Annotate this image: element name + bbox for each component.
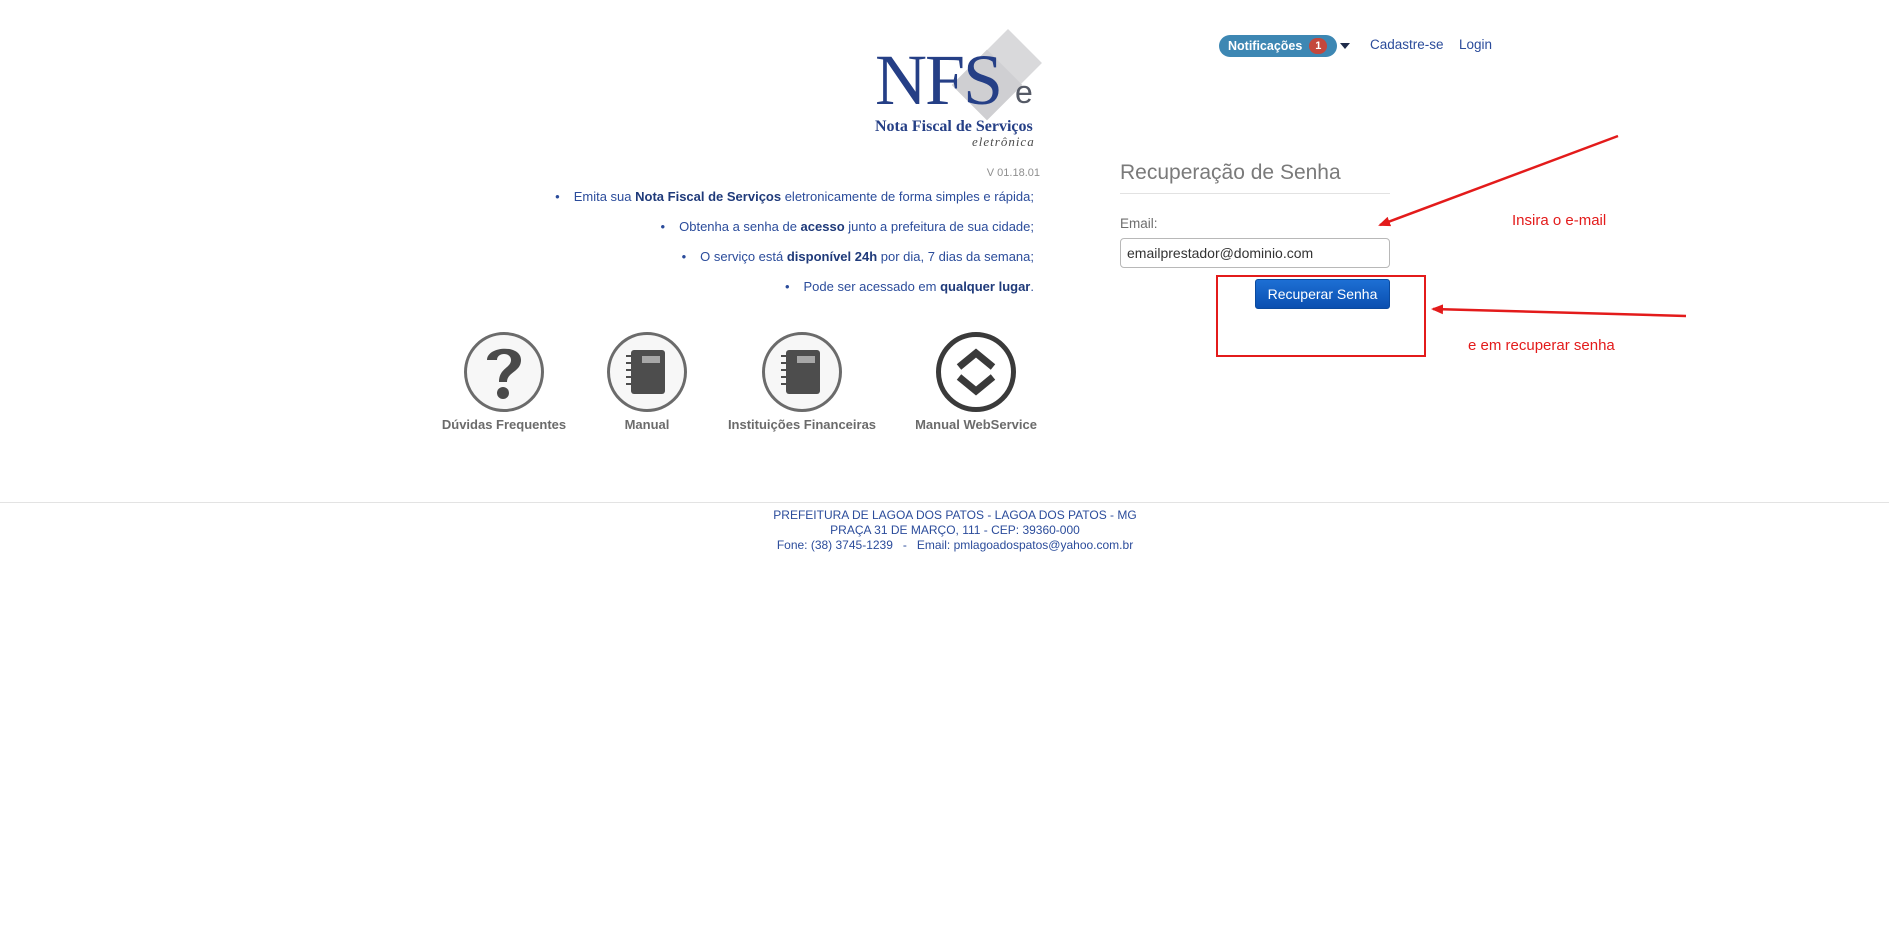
faq-tile[interactable]: Dúvidas Frequentes xyxy=(438,332,570,432)
feature-item: Emita sua Nota Fiscal de Serviços eletro… xyxy=(555,182,1034,212)
footer-divider xyxy=(0,502,1889,503)
notebook-icon xyxy=(607,332,687,412)
signup-link[interactable]: Cadastre-se xyxy=(1370,37,1444,52)
notebook-icon xyxy=(762,332,842,412)
feature-item: Pode ser acessado em qualquer lugar. xyxy=(555,272,1035,302)
notifications-count-badge: 1 xyxy=(1309,38,1328,54)
annotation-arrows xyxy=(1378,134,1687,318)
tile-label: Dúvidas Frequentes xyxy=(441,417,567,432)
tile-label: Instituições Financeiras xyxy=(727,417,877,432)
logo-tagline: eletrônica xyxy=(972,134,1035,149)
chevrons-icon xyxy=(936,332,1016,412)
webservice-manual-tile[interactable]: Manual WebService xyxy=(906,332,1046,432)
page-title: Recuperação de Senha xyxy=(1120,161,1341,184)
arrow-to-button xyxy=(1431,304,1687,318)
login-link[interactable]: Login xyxy=(1459,37,1492,52)
footer-contact-line: Fone: (38) 3745-1239 - Email: pmlagoados… xyxy=(776,538,1134,552)
highlight-box xyxy=(1216,275,1426,357)
logo-suffix: e xyxy=(1015,74,1033,110)
footer-address-line: PREFEITURA DE LAGOA DOS PATOS - LAGOA DO… xyxy=(773,508,1137,522)
financial-institutions-tile[interactable]: Instituições Financeiras xyxy=(727,332,877,432)
email-input[interactable] xyxy=(1120,238,1390,268)
question-icon xyxy=(464,332,544,412)
annotation-button-hint: e em recuperar senha xyxy=(1468,337,1615,354)
caret-down-icon[interactable] xyxy=(1340,43,1350,49)
tile-label: Manual WebService xyxy=(915,417,1037,432)
version-label: V 01.18.01 xyxy=(986,167,1040,179)
title-divider xyxy=(1120,193,1390,194)
feature-item: Obtenha a senha de acesso junto a prefei… xyxy=(555,212,1034,242)
tile-label: Manual xyxy=(624,417,670,432)
notifications-label: Notificações xyxy=(1228,39,1303,53)
email-label: Email: xyxy=(1120,216,1158,231)
footer-address-line: PRAÇA 31 DE MARÇO, 111 - CEP: 39360-000 xyxy=(830,523,1080,537)
notifications-button[interactable]: Notificações 1 xyxy=(1219,35,1338,57)
feature-list: Emita sua Nota Fiscal de Serviços eletro… xyxy=(555,182,1034,302)
logo-title: NFS xyxy=(875,40,1003,120)
manual-tile[interactable]: Manual xyxy=(597,332,697,432)
footer: PREFEITURA DE LAGOA DOS PATOS - LAGOA DO… xyxy=(0,508,1889,553)
annotation-email-hint: Insira o e-mail xyxy=(1512,212,1607,229)
feature-item: O serviço está disponível 24h por dia, 7… xyxy=(555,242,1034,272)
